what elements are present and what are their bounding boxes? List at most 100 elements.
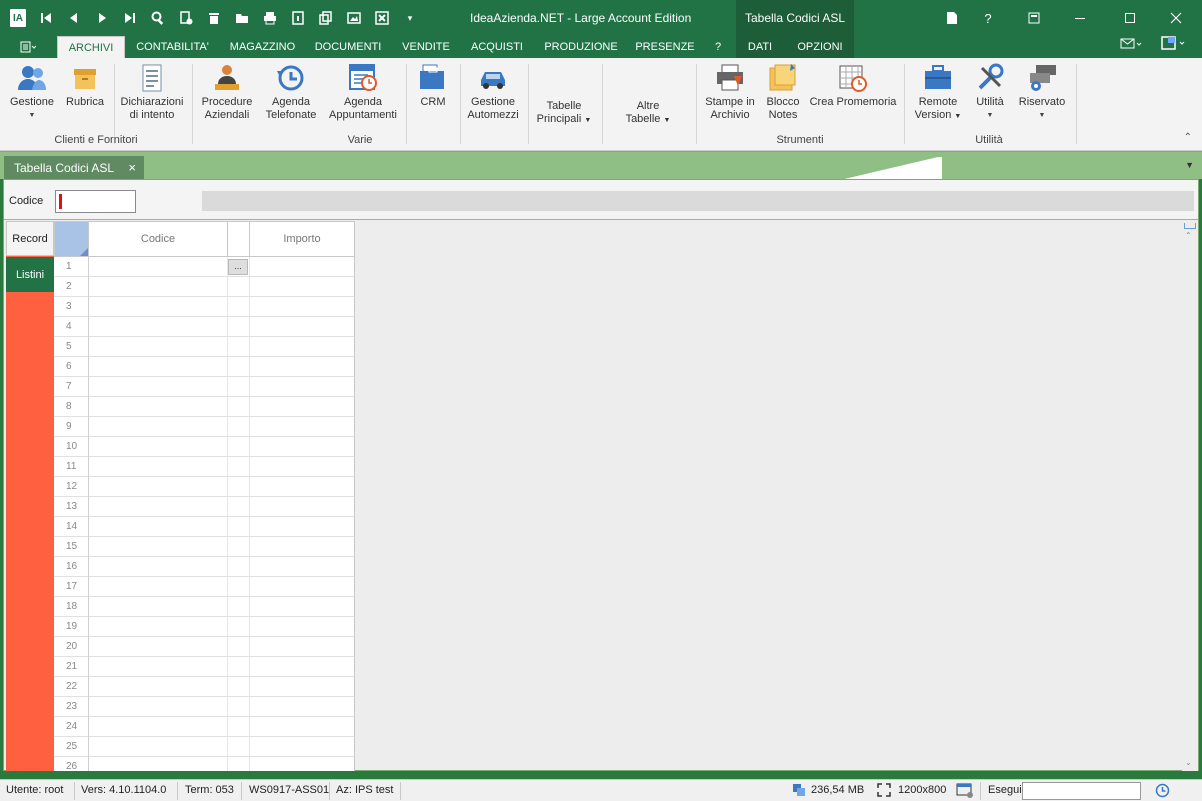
codice-input[interactable]: [55, 190, 136, 213]
crea-promemoria-button[interactable]: Crea Promemoria: [808, 62, 898, 109]
cell-importo[interactable]: [250, 617, 354, 637]
cell-codice[interactable]: [89, 757, 228, 771]
table-row[interactable]: 24: [54, 717, 354, 737]
altre-tabelle-button[interactable]: Altre Tabelle ▼: [618, 100, 678, 127]
cell-codice[interactable]: [89, 597, 228, 617]
table-row[interactable]: 13: [54, 497, 354, 517]
last-record-icon[interactable]: [116, 6, 144, 30]
cell-button[interactable]: [228, 377, 250, 397]
ribbon-display-options-icon[interactable]: [1022, 0, 1046, 36]
cell-codice[interactable]: [89, 337, 228, 357]
cell-importo[interactable]: [250, 497, 354, 517]
customize-toolbar-icon[interactable]: ▾: [396, 6, 424, 30]
cell-codice[interactable]: [89, 657, 228, 677]
table-row[interactable]: 16: [54, 557, 354, 577]
column-header-codice[interactable]: Codice: [89, 221, 228, 257]
cell-codice[interactable]: [89, 677, 228, 697]
document-icon[interactable]: [940, 0, 964, 36]
tab-list-dropdown-icon[interactable]: ▼: [1185, 160, 1194, 170]
cell-codice[interactable]: [89, 637, 228, 657]
cell-importo[interactable]: [250, 417, 354, 437]
close-window-icon[interactable]: [1164, 0, 1188, 36]
image-icon[interactable]: [340, 6, 368, 30]
minimize-icon[interactable]: [1068, 0, 1092, 36]
cell-codice[interactable]: [89, 257, 228, 277]
cell-codice[interactable]: [89, 577, 228, 597]
table-row[interactable]: 18: [54, 597, 354, 617]
copy-icon[interactable]: [312, 6, 340, 30]
print-icon[interactable]: [256, 6, 284, 30]
tab-contabilita[interactable]: CONTABILITA': [130, 36, 215, 58]
cell-button[interactable]: [228, 577, 250, 597]
cell-importo[interactable]: [250, 557, 354, 577]
cell-button[interactable]: [228, 317, 250, 337]
tab-acquisti[interactable]: ACQUISTI: [464, 36, 530, 58]
table-row[interactable]: 22: [54, 677, 354, 697]
stampe-archivio-button[interactable]: Stampe in Archivio: [702, 62, 758, 122]
tab-presenze[interactable]: PRESENZE: [632, 36, 698, 58]
cell-importo[interactable]: [250, 757, 354, 771]
table-row[interactable]: 3: [54, 297, 354, 317]
table-row[interactable]: 5: [54, 337, 354, 357]
table-row[interactable]: 20: [54, 637, 354, 657]
esegui-input[interactable]: [1022, 782, 1141, 800]
cell-codice[interactable]: [89, 457, 228, 477]
cell-importo[interactable]: [250, 657, 354, 677]
cell-codice[interactable]: [89, 477, 228, 497]
record-button[interactable]: Record: [6, 221, 54, 256]
agenda-appuntamenti-button[interactable]: Agenda Appuntamenti: [326, 62, 400, 122]
cell-importo[interactable]: [250, 677, 354, 697]
agenda-telefonate-button[interactable]: Agenda Telefonate: [262, 62, 320, 122]
column-header-importo[interactable]: Importo: [250, 221, 354, 257]
cell-importo[interactable]: [250, 277, 354, 297]
scrollbar-grip[interactable]: [1184, 223, 1196, 229]
scroll-up-icon[interactable]: ⌃: [1185, 231, 1192, 240]
cell-button[interactable]: [228, 357, 250, 377]
cell-button[interactable]: [228, 597, 250, 617]
table-row[interactable]: 12: [54, 477, 354, 497]
cell-codice[interactable]: [89, 357, 228, 377]
tab-vendite[interactable]: VENDITE: [396, 36, 456, 58]
cell-codice[interactable]: [89, 377, 228, 397]
next-record-icon[interactable]: [88, 6, 116, 30]
cell-importo[interactable]: [250, 577, 354, 597]
remote-version-button[interactable]: Remote Version ▼: [910, 62, 966, 123]
scroll-down-icon[interactable]: ⌄: [1185, 758, 1192, 767]
cell-codice[interactable]: [89, 397, 228, 417]
cell-codice[interactable]: [89, 537, 228, 557]
table-row[interactable]: 19: [54, 617, 354, 637]
tab-help[interactable]: ?: [708, 36, 728, 58]
procedure-button[interactable]: Procedure Aziendali: [198, 62, 256, 122]
cell-importo[interactable]: [250, 357, 354, 377]
document-tab[interactable]: Tabella Codici ASL ×: [4, 156, 144, 180]
previous-record-icon[interactable]: [60, 6, 88, 30]
layout-icon[interactable]: [1156, 36, 1190, 58]
column-header-button[interactable]: [228, 221, 250, 257]
cell-button[interactable]: [228, 477, 250, 497]
cell-codice[interactable]: [89, 557, 228, 577]
help-button[interactable]: ?: [976, 0, 1000, 36]
cell-button[interactable]: [228, 737, 250, 757]
table-row[interactable]: 25: [54, 737, 354, 757]
cell-button[interactable]: [228, 637, 250, 657]
cell-codice[interactable]: [89, 417, 228, 437]
vertical-scrollbar[interactable]: ⌃ ⌄: [1182, 221, 1198, 771]
cell-importo[interactable]: [250, 457, 354, 477]
cell-importo[interactable]: [250, 257, 354, 277]
cell-importo[interactable]: [250, 697, 354, 717]
cell-importo[interactable]: [250, 597, 354, 617]
cell-codice[interactable]: [89, 297, 228, 317]
cell-button[interactable]: [228, 657, 250, 677]
tab-archivi[interactable]: ARCHIVI: [57, 36, 125, 58]
cell-button[interactable]: [228, 697, 250, 717]
delete-icon[interactable]: [200, 6, 228, 30]
table-row[interactable]: 4: [54, 317, 354, 337]
blocco-notes-button[interactable]: Blocco Notes: [762, 62, 804, 122]
cell-importo[interactable]: [250, 517, 354, 537]
cell-button[interactable]: [228, 717, 250, 737]
cell-button[interactable]: [228, 557, 250, 577]
table-row[interactable]: 7: [54, 377, 354, 397]
cell-importo[interactable]: [250, 337, 354, 357]
tab-dati[interactable]: DATI: [740, 36, 780, 58]
table-row[interactable]: 11: [54, 457, 354, 477]
